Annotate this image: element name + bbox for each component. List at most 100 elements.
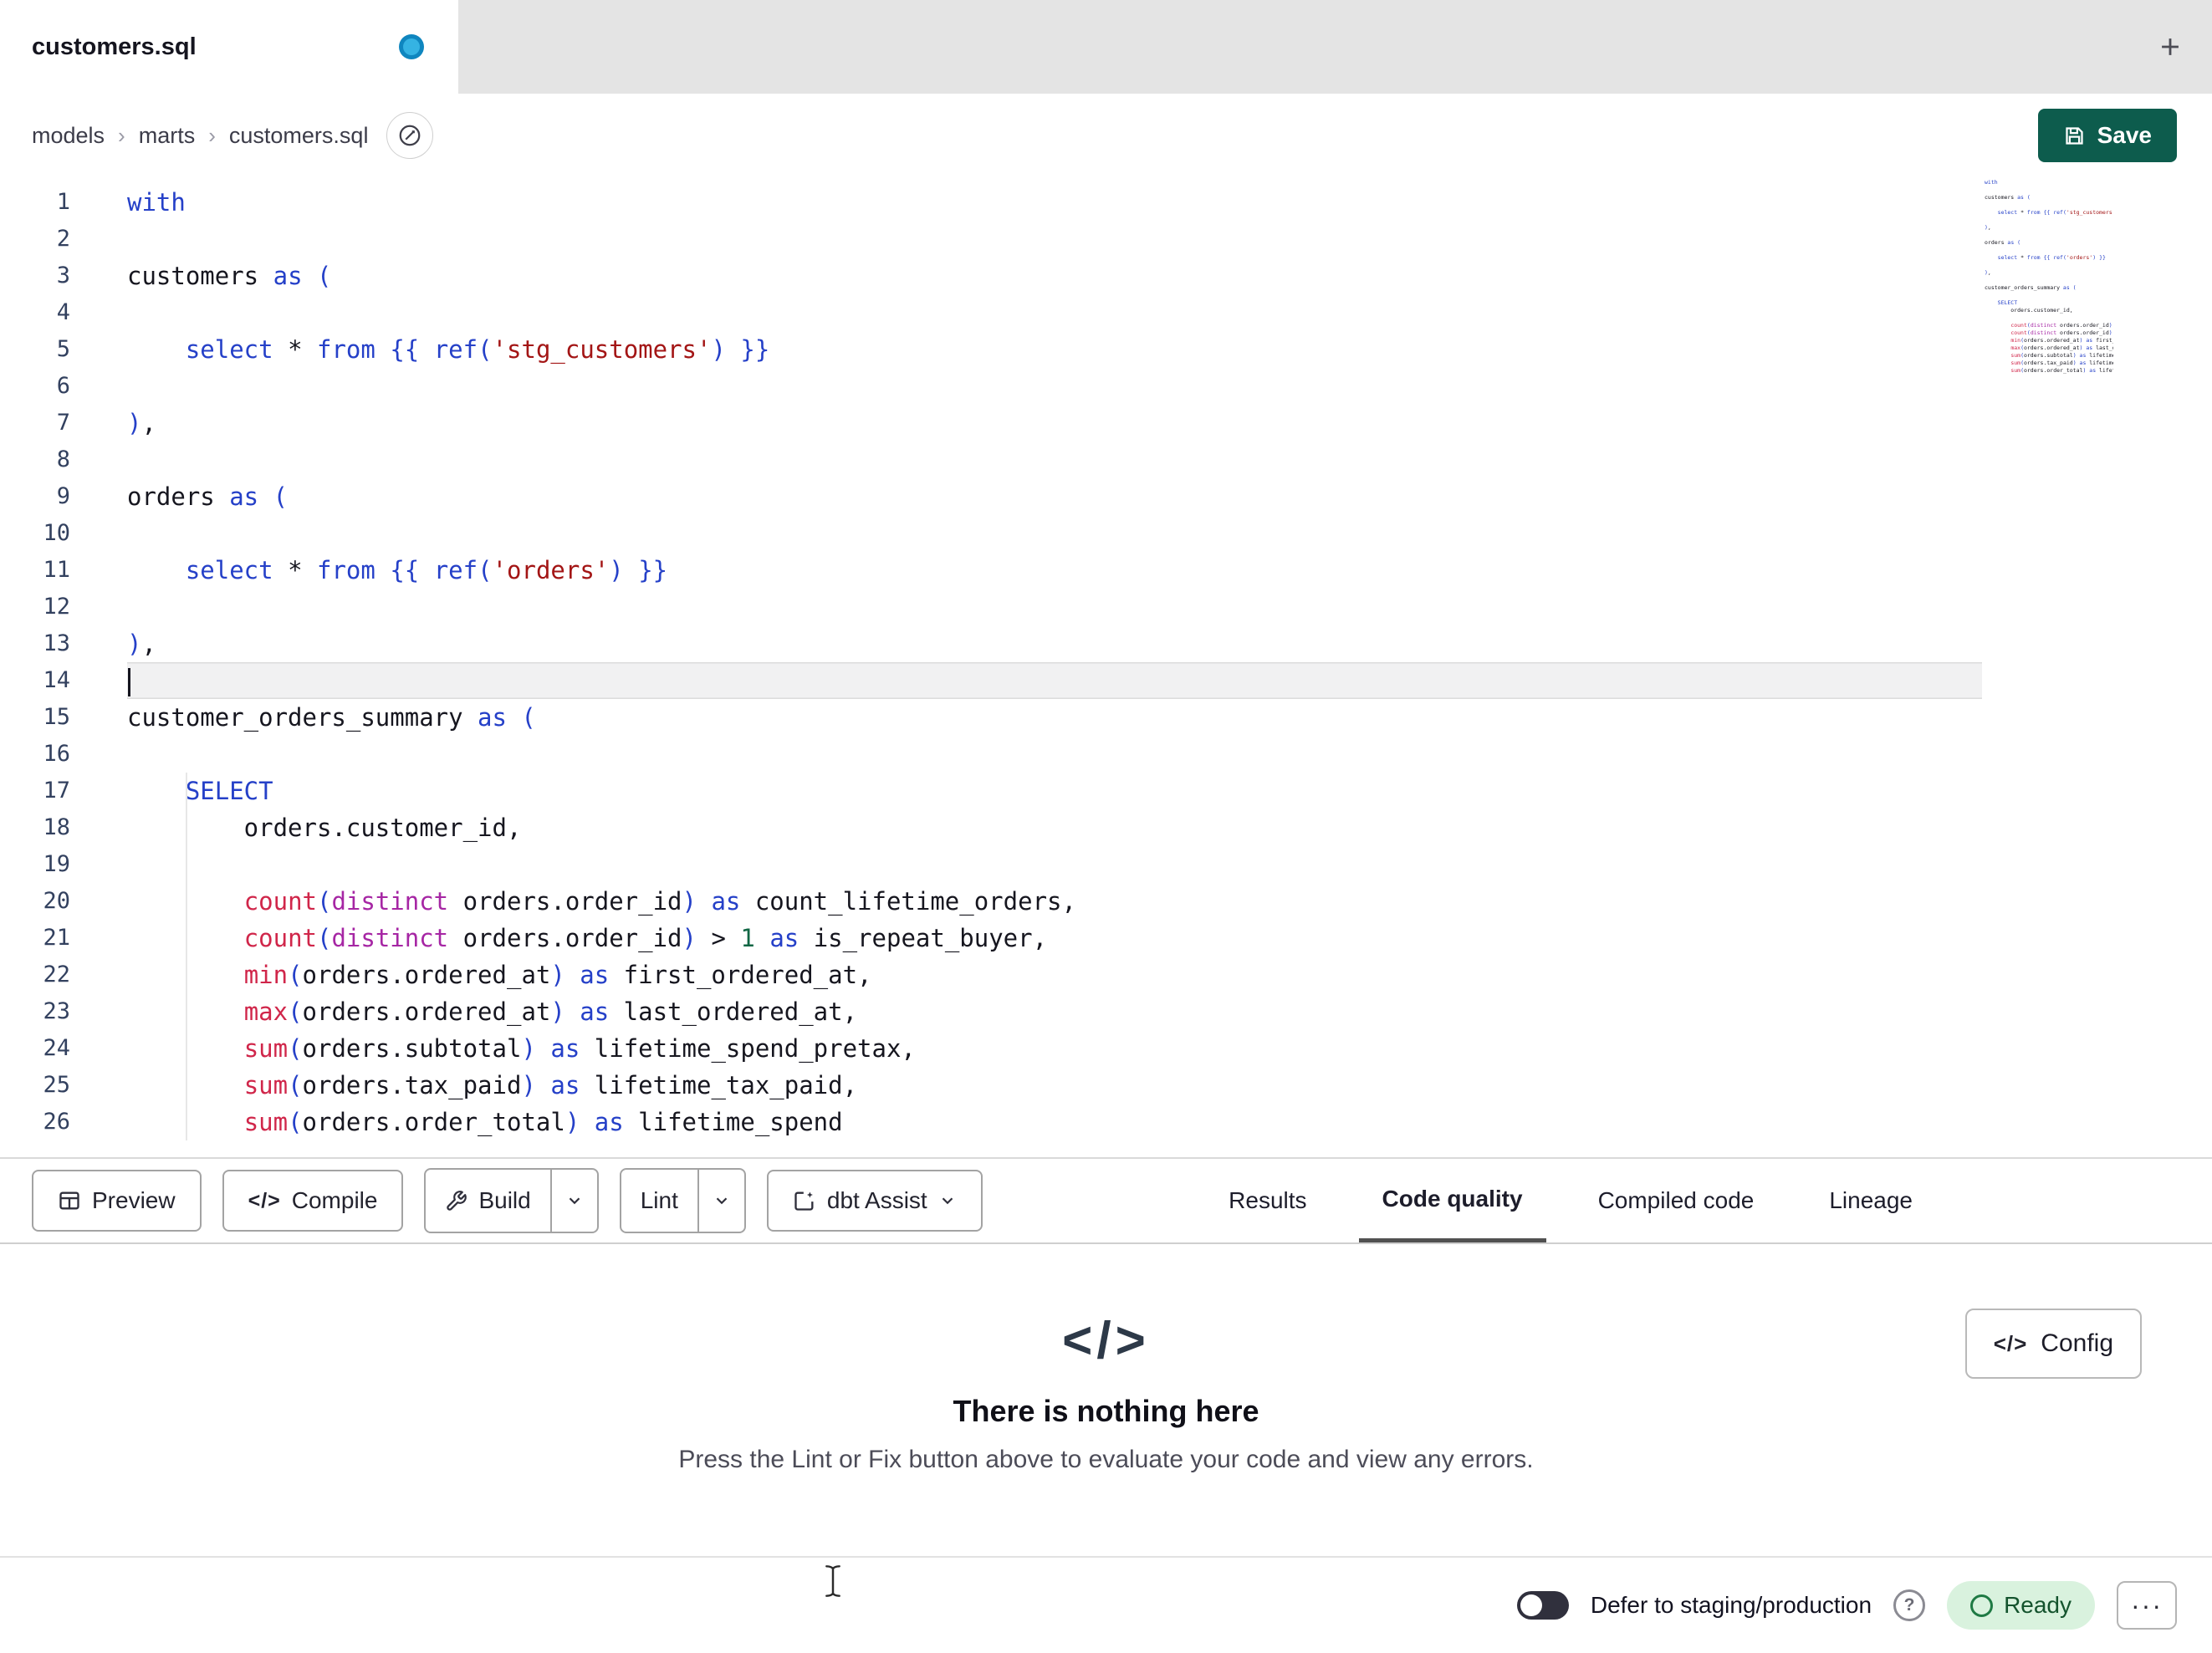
code-line[interactable]: with <box>127 184 1982 221</box>
build-dropdown-button[interactable] <box>549 1170 597 1232</box>
lint-button-label: Lint <box>640 1187 678 1213</box>
code-line[interactable]: sum(orders.tax_paid) as lifetime_tax_pai… <box>127 1067 1982 1104</box>
build-split-button[interactable]: Build <box>424 1168 599 1233</box>
defer-toggle[interactable] <box>1516 1591 1569 1620</box>
help-icon[interactable]: ? <box>1893 1589 1926 1621</box>
text-caret <box>128 668 130 696</box>
compile-button[interactable]: </> Compile <box>222 1170 404 1232</box>
line-number: 13 <box>43 630 70 656</box>
code-line[interactable] <box>127 515 1982 552</box>
line-number: 4 <box>56 299 70 325</box>
tab-lineage[interactable]: Lineage <box>1806 1159 1936 1242</box>
defer-label: Defer to staging/production <box>1590 1592 1872 1618</box>
minimap-line: ), <box>1985 269 1991 276</box>
minimap-line: min(orders.ordered_at) as first_ordered_… <box>2010 337 2113 344</box>
line-number: 10 <box>43 520 70 546</box>
lint-button[interactable]: Lint <box>621 1170 697 1232</box>
code-line[interactable] <box>127 736 1982 773</box>
status-bar: Defer to staging/production ? Ready ··· <box>0 1556 2212 1653</box>
code-line[interactable]: count(distinct orders.order_id) as count… <box>127 883 1982 920</box>
line-number: 3 <box>56 263 70 288</box>
code-line[interactable] <box>127 662 1982 699</box>
code-line[interactable]: orders.customer_id, <box>127 809 1982 846</box>
table-icon <box>59 1191 79 1210</box>
code-line[interactable]: min(orders.ordered_at) as first_ordered_… <box>127 957 1982 993</box>
code-line[interactable] <box>127 589 1982 625</box>
line-number: 20 <box>43 888 70 914</box>
build-button[interactable]: Build <box>426 1170 549 1232</box>
minimap-line <box>1985 262 2113 269</box>
minimap-line: count(distinct orders.order_id) as count… <box>2010 322 2112 329</box>
code-line[interactable]: orders as ( <box>127 478 1982 515</box>
code-line[interactable] <box>127 846 1982 883</box>
line-number: 1 <box>56 189 70 215</box>
minimap-line: count(distinct orders.order_id) > 1 as i… <box>2010 329 2112 336</box>
breadcrumb-customers-sql[interactable]: customers.sql <box>229 123 369 149</box>
line-number: 2 <box>56 226 70 252</box>
minimap-line <box>1985 277 2113 284</box>
code-line[interactable] <box>127 441 1982 478</box>
ready-status-badge: Ready <box>1947 1581 2095 1630</box>
lint-dropdown-button[interactable] <box>697 1170 744 1232</box>
line-number: 6 <box>56 373 70 399</box>
code-line[interactable]: count(distinct orders.order_id) > 1 as i… <box>127 920 1982 957</box>
line-number: 5 <box>56 336 70 362</box>
code-line[interactable] <box>127 221 1982 258</box>
line-number: 24 <box>43 1035 70 1061</box>
save-button-label: Save <box>2097 122 2152 148</box>
dbt-assist-button-label: dbt Assist <box>826 1187 927 1213</box>
format-button[interactable] <box>386 112 434 159</box>
dbt-assist-button[interactable]: dbt Assist <box>766 1170 983 1232</box>
breadcrumb-separator: › <box>208 122 216 148</box>
minimap-line <box>1985 202 2113 209</box>
code-line[interactable]: sum(orders.order_total) as lifetime_spen… <box>127 1104 1982 1140</box>
tab-customers-sql[interactable]: customers.sql <box>0 0 458 94</box>
tab-code-quality[interactable]: Code quality <box>1358 1159 1546 1242</box>
tab-compiled-code[interactable]: Compiled code <box>1575 1159 1778 1242</box>
result-panel-tabs: Results Code quality Compiled code Linea… <box>1205 1159 1936 1242</box>
preview-button[interactable]: Preview <box>32 1170 202 1232</box>
code-lines[interactable]: with customers as ( select * from {{ ref(… <box>127 184 1982 1157</box>
line-number: 25 <box>43 1072 70 1098</box>
minimap-line: with <box>1985 179 1998 186</box>
new-tab-button[interactable] <box>2152 28 2189 65</box>
minimap[interactable]: with customers as ( select * from {{ ref(… <box>1985 179 2113 390</box>
code-line[interactable] <box>127 368 1982 405</box>
save-button[interactable]: Save <box>2037 109 2177 162</box>
line-number: 11 <box>43 557 70 583</box>
format-icon <box>400 125 421 146</box>
lint-split-button[interactable]: Lint <box>619 1168 746 1233</box>
code-line[interactable]: ), <box>127 405 1982 441</box>
breadcrumb-separator: › <box>118 122 125 148</box>
code-line[interactable]: customer_orders_summary as ( <box>127 699 1982 736</box>
line-number: 18 <box>43 814 70 840</box>
minimap-line <box>1985 292 2113 299</box>
editor-tab-bar: customers.sql <box>0 0 2212 94</box>
status-circle-icon <box>1970 1594 1994 1617</box>
wrench-icon <box>447 1190 467 1211</box>
breadcrumb-models[interactable]: models <box>32 123 105 149</box>
empty-state: </> There is nothing here Press the Lint… <box>0 1244 2212 1474</box>
code-line[interactable]: select * from {{ ref('orders') }} <box>127 552 1982 589</box>
code-editor[interactable]: 1 2 3 4 5 6 7 8 9 10 11 12 13 14 15 16 17 18 19 20 21 22 23 24 2… <box>0 177 2212 1157</box>
line-number: 26 <box>43 1109 70 1135</box>
more-menu-button[interactable]: ··· <box>2117 1581 2177 1630</box>
plus-icon <box>2162 38 2179 55</box>
minimap-line <box>1985 314 2113 322</box>
text-cursor-pointer <box>824 1564 842 1598</box>
code-line[interactable]: SELECT <box>127 773 1982 809</box>
code-line[interactable]: select * from {{ ref('stg_customers') }} <box>127 331 1982 368</box>
code-line[interactable]: customers as ( <box>127 258 1982 294</box>
empty-state-title: There is nothing here <box>953 1394 1259 1428</box>
code-line[interactable] <box>127 294 1982 331</box>
breadcrumb-marts[interactable]: marts <box>139 123 196 149</box>
code-icon: </> <box>1993 1330 2028 1356</box>
code-line[interactable]: sum(orders.subtotal) as lifetime_spend_p… <box>127 1030 1982 1067</box>
tab-results[interactable]: Results <box>1205 1159 1330 1242</box>
code-line[interactable]: max(orders.ordered_at) as last_ordered_a… <box>127 993 1982 1030</box>
toggle-knob <box>1520 1594 1542 1616</box>
code-line[interactable]: ), <box>127 625 1982 662</box>
minimap-line <box>1985 247 2113 254</box>
minimap-line <box>1985 232 2113 239</box>
config-button[interactable]: </> Config <box>1964 1309 2142 1379</box>
